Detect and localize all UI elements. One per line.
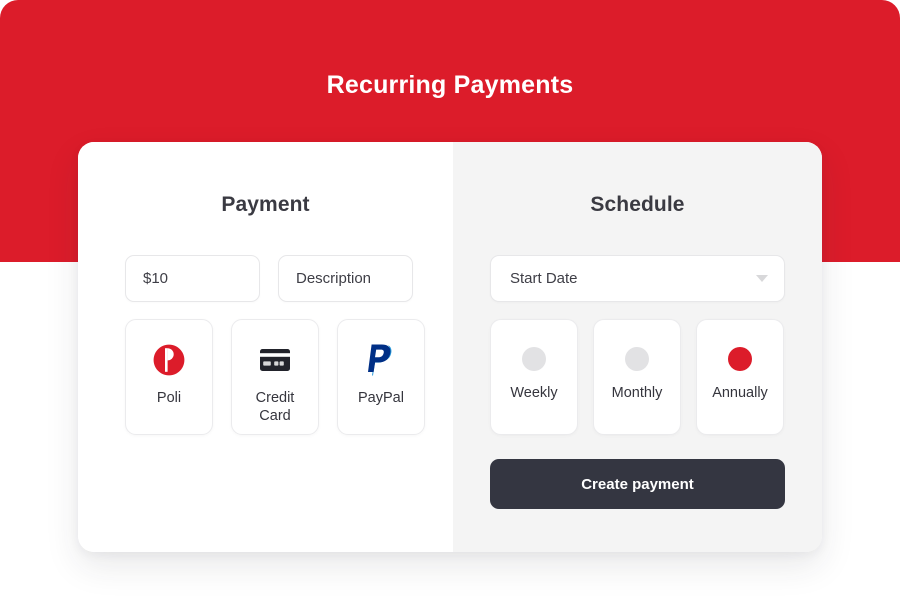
weekly-radio-dot[interactable] xyxy=(522,347,546,371)
frequency-option-weekly-label: Weekly xyxy=(510,385,558,401)
poli-icon-wrap xyxy=(153,338,185,382)
description-input[interactable]: Description xyxy=(278,255,413,302)
page-title: Recurring Payments xyxy=(326,71,574,99)
frequency-option-monthly-label: Monthly xyxy=(611,385,663,401)
payment-methods-row: Poli Credit Card PayPal xyxy=(125,319,453,435)
create-payment-button[interactable]: Create payment xyxy=(490,459,785,509)
payment-inputs-row: $10 Description xyxy=(125,255,453,302)
chevron-down-icon xyxy=(756,275,768,282)
credit-card-icon-wrap xyxy=(260,338,290,382)
frequency-option-annually[interactable]: Annually xyxy=(696,319,784,435)
frequency-option-monthly[interactable]: Monthly xyxy=(593,319,681,435)
payment-method-credit-card-label: Credit Card xyxy=(256,389,295,425)
recurring-payments-card: Payment $10 Description Poli Credit Card… xyxy=(78,142,822,552)
annually-radio-dot[interactable] xyxy=(728,347,752,371)
start-date-select-value: Start Date xyxy=(510,270,578,287)
paypal-icon-wrap xyxy=(367,338,395,382)
credit-card-label-line2: Card xyxy=(259,408,291,424)
payment-method-poli-label: Poli xyxy=(156,390,182,406)
payment-method-paypal[interactable]: PayPal xyxy=(337,319,425,435)
payment-method-poli[interactable]: Poli xyxy=(125,319,213,435)
app-page: Recurring Payments Payment $10 Descripti… xyxy=(0,0,900,613)
schedule-panel-heading: Schedule xyxy=(590,193,685,216)
payment-method-paypal-label: PayPal xyxy=(358,390,404,406)
monthly-radio-dot[interactable] xyxy=(625,347,649,371)
payment-panel: Payment $10 Description Poli Credit Card… xyxy=(78,142,453,552)
credit-card-label-line1: Credit xyxy=(255,390,295,406)
schedule-panel: Schedule Start Date Weekly Monthly Annua… xyxy=(453,142,822,552)
paypal-logo-icon xyxy=(368,344,392,376)
amount-input[interactable]: $10 xyxy=(125,255,260,302)
payment-method-credit-card[interactable]: Credit Card xyxy=(231,319,319,435)
frequency-options-row: Weekly Monthly Annually xyxy=(490,319,822,435)
frequency-option-weekly[interactable]: Weekly xyxy=(490,319,578,435)
start-date-select[interactable]: Start Date xyxy=(490,255,785,302)
credit-card-icon xyxy=(260,349,290,371)
poli-logo-icon xyxy=(153,344,185,376)
frequency-option-annually-label: Annually xyxy=(712,385,768,401)
payment-panel-heading: Payment xyxy=(221,193,310,216)
